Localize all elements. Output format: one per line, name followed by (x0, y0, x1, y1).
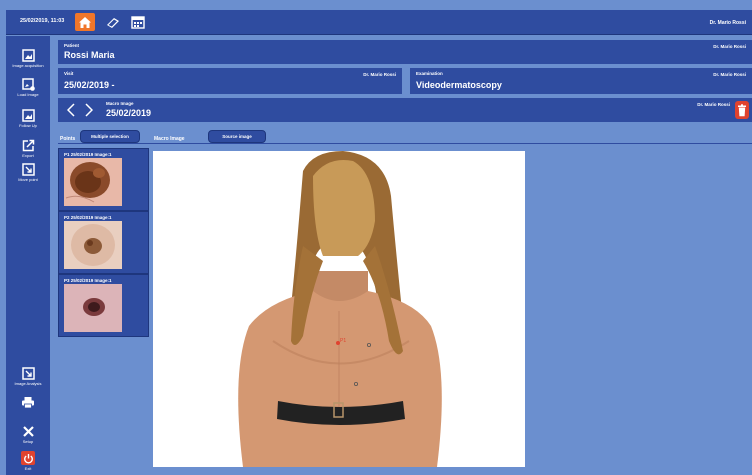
sidebar-item-load-image[interactable]: Load Image (6, 77, 50, 97)
point-item-p3[interactable]: P3 25/02/2019 Image:1 (58, 274, 149, 337)
sidebar-item-follow-up[interactable]: Follow Up (6, 108, 50, 128)
source-image-button[interactable]: Source image (208, 130, 266, 143)
macro-image-tab[interactable]: Macro Image (154, 136, 185, 142)
tabs-row: Points Multiple selection Macro Image So… (58, 128, 752, 144)
marker-label: P1 (340, 338, 346, 344)
macro-image[interactable]: P1 (153, 151, 525, 467)
point-item-p1[interactable]: P1 25/02/2019 Image:1 (58, 148, 149, 211)
user-name: Dr. Mario Rossi (709, 20, 746, 26)
point-thumbnail (64, 284, 122, 332)
sidebar-item-setup[interactable]: Setup (6, 424, 50, 444)
load-image-icon (21, 77, 35, 91)
home-icon[interactable] (75, 13, 95, 31)
point-item-p2[interactable]: P2 25/02/2019 Image:1 (58, 211, 149, 274)
patient-doctor: Dr. Mario Rossi (713, 44, 746, 49)
print-icon (21, 395, 35, 409)
visit-panel[interactable]: Visit 25/02/2019 - Dr. Mario Rossi (58, 68, 402, 94)
points-label: Points (60, 136, 76, 142)
sidebar-label: Exit (24, 466, 32, 471)
top-bar: 25/02/2019, 11:03 Dr. Mario Rossi (6, 10, 752, 35)
visit-value: 25/02/2019 - (64, 80, 115, 90)
sidebar-label: Export (22, 153, 34, 158)
macro-date: 25/02/2019 (106, 108, 152, 118)
point-label: P1 25/02/2019 Image:1 (64, 152, 112, 157)
macro-panel: Macro Image 25/02/2019 Dr. Mario Rossi (58, 98, 752, 122)
visit-label: Visit (64, 71, 74, 76)
sidebar-item-image-analysis[interactable]: Image Analysis (6, 366, 50, 386)
sidebar-label: Image acquisition (12, 63, 44, 68)
calendar-icon[interactable] (128, 13, 148, 31)
point-thumbnail (64, 221, 122, 269)
examination-value: Videodermatoscopy (416, 80, 502, 90)
sidebar: Image acquisition Load Image Follow Up E… (6, 36, 50, 475)
multiple-selection-button[interactable]: Multiple selection (80, 130, 140, 143)
move-point-icon (21, 162, 35, 176)
macro-doctor: Dr. Mario Rossi (697, 102, 730, 107)
sidebar-label: Move point (18, 177, 38, 182)
image-analysis-icon (21, 366, 35, 380)
sidebar-label: Setup (22, 439, 34, 444)
datetime: 25/02/2019, 11:03 (20, 18, 65, 24)
chevron-right-icon[interactable] (82, 101, 96, 119)
macro-label: Macro Image (106, 101, 134, 106)
patient-name: Rossi Maria (64, 50, 115, 60)
setup-icon (21, 424, 35, 438)
point-label: P2 25/02/2019 Image:1 (64, 215, 112, 220)
chevron-left-icon[interactable] (64, 101, 78, 119)
examination-panel[interactable]: Examination Videodermatoscopy Dr. Mario … (410, 68, 752, 94)
patient-panel: Patient Rossi Maria Dr. Mario Rossi (58, 40, 752, 64)
patient-label: Patient (64, 43, 80, 48)
sidebar-item-print[interactable] (6, 395, 50, 409)
sidebar-item-image-acquisition[interactable]: Image acquisition (6, 48, 50, 68)
sidebar-item-export[interactable]: Export (6, 138, 50, 158)
sidebar-item-exit[interactable]: Exit (6, 451, 50, 471)
book-icon[interactable] (103, 13, 123, 31)
points-list: P1 25/02/2019 Image:1 P2 25/02/2019 Imag… (58, 148, 149, 337)
export-icon (21, 138, 35, 152)
examination-doctor: Dr. Mario Rossi (713, 72, 746, 77)
sidebar-label: Follow Up (19, 123, 37, 128)
power-icon (21, 451, 35, 465)
sidebar-item-move-point[interactable]: Move point (6, 162, 50, 182)
sidebar-label: Load Image (17, 92, 39, 97)
visit-doctor: Dr. Mario Rossi (363, 72, 396, 77)
trash-icon[interactable] (735, 101, 749, 119)
point-thumbnail (64, 158, 122, 206)
follow-up-icon (21, 108, 35, 122)
sidebar-label: Image Analysis (14, 381, 42, 386)
camera-icon (21, 48, 35, 62)
point-label: P3 25/02/2019 Image:1 (64, 278, 112, 283)
examination-label: Examination (416, 71, 443, 76)
